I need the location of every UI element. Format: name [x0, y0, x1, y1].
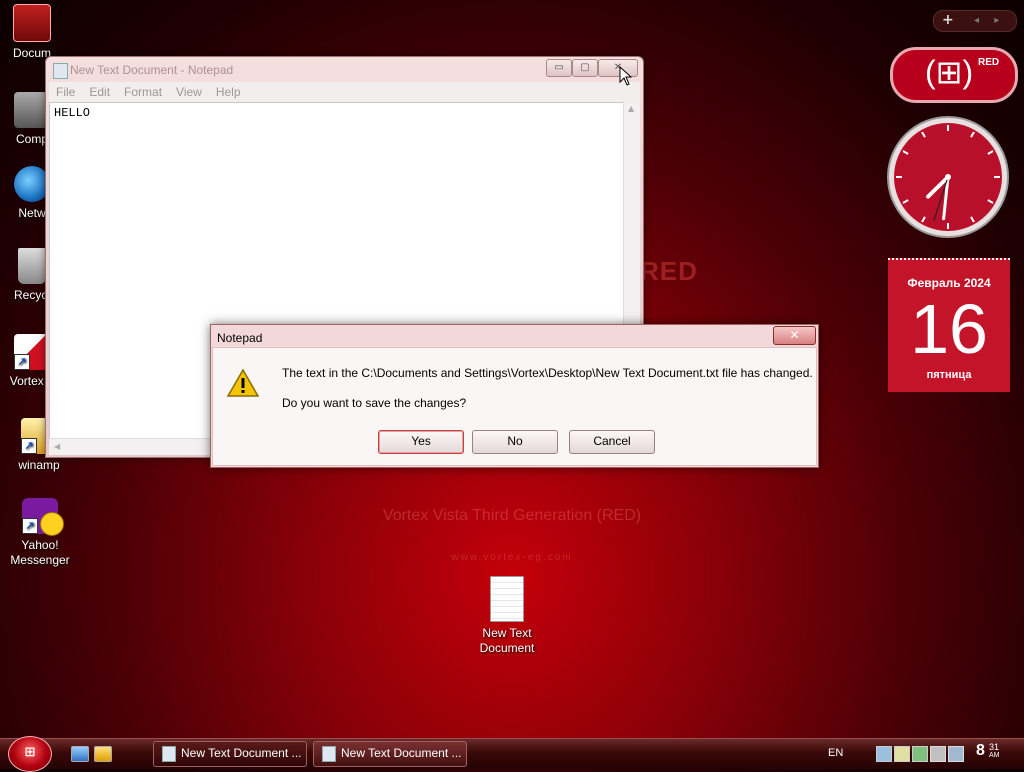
security-tray-icon[interactable]	[912, 746, 928, 762]
taskbar-button-label: New Text Document ...	[341, 746, 462, 760]
dialog-message: The text in the C:\Documents and Setting…	[282, 366, 813, 380]
dialog-close-button[interactable]: ✕	[773, 326, 816, 345]
gadget-toolbar: + ◂ ▸	[933, 10, 1017, 32]
calendar-weekday: пятница	[926, 369, 972, 381]
language-indicator[interactable]: EN	[828, 747, 843, 759]
calendar-month: Февраль 2024	[907, 276, 991, 290]
maximize-button[interactable]: ▢	[572, 59, 598, 77]
taskbar-clock[interactable]: 8 31 AM	[976, 742, 1000, 760]
taskbar: ⊞ New Text Document ... New Text Documen…	[0, 736, 1024, 772]
show-desktop-icon[interactable]	[71, 746, 89, 762]
no-button[interactable]: No	[472, 430, 558, 454]
scroll-left-icon[interactable]: ◀	[54, 442, 60, 451]
notepad-menubar: File Edit Format View Help	[49, 82, 640, 102]
menu-file[interactable]: File	[49, 82, 82, 102]
calendar-day: 16	[910, 290, 988, 368]
calendar-gadget: Февраль 2024 16 пятница	[888, 258, 1010, 392]
windows-logo-icon: (⊞)	[925, 54, 974, 90]
red-logo-label: RED	[978, 57, 1000, 68]
add-gadget-button[interactable]: +	[942, 11, 954, 30]
desktop-icon-label: Yahoo! Messenger	[10, 538, 70, 567]
desktop-icon-new-text-document[interactable]: New Text Document	[467, 576, 547, 656]
red-logo-gadget: (⊞) RED	[890, 47, 1018, 103]
desktop-icon-yahoo-messenger[interactable]: ↗ Yahoo! Messenger	[0, 498, 80, 568]
dialog-body: The text in the C:\Documents and Setting…	[212, 347, 817, 466]
wallpaper-brand-url: www.vortex-eg.com	[451, 552, 573, 563]
shortcut-arrow-icon: ↗	[14, 354, 30, 370]
network-tray-icon[interactable]	[876, 746, 892, 762]
scroll-up-icon[interactable]: ▲	[628, 104, 634, 113]
minimize-button[interactable]: ▭	[546, 59, 572, 77]
mouse-cursor-icon	[619, 66, 633, 86]
notepad-content: HELLO	[54, 106, 91, 120]
media-player-icon[interactable]	[94, 746, 112, 762]
menu-format[interactable]: Format	[117, 82, 169, 102]
recycle-bin-icon	[18, 248, 46, 284]
desktop-icon-label: winamp	[18, 458, 60, 472]
cancel-button[interactable]: Cancel	[569, 430, 655, 454]
text-file-icon	[490, 576, 524, 622]
notepad-title: New Text Document - Notepad	[70, 63, 234, 77]
taskbar-button-notepad-2[interactable]: New Text Document ...	[313, 741, 467, 767]
dialog-question: Do you want to save the changes?	[282, 396, 467, 410]
taskbar-button-label: New Text Document ...	[181, 746, 302, 760]
shortcut-arrow-icon: ↗	[22, 518, 38, 534]
clock-gadget	[887, 116, 1009, 238]
tray-app-icon[interactable]	[894, 746, 910, 762]
warning-icon	[226, 368, 260, 397]
desktop-icon-documents[interactable]: Docum	[0, 4, 72, 61]
clock-hour: 8	[976, 742, 985, 759]
menu-help[interactable]: Help	[209, 82, 248, 102]
notepad-app-icon	[162, 746, 176, 762]
taskbar-button-notepad-1[interactable]: New Text Document ...	[153, 741, 307, 767]
notepad-app-icon	[53, 63, 68, 79]
clock-ampm: AM	[989, 752, 1000, 759]
shortcut-arrow-icon: ↗	[21, 438, 37, 454]
volume-tray-icon[interactable]	[948, 746, 964, 762]
windows-logo-icon: ⊞	[24, 745, 36, 760]
clock-minute: 31	[989, 742, 1000, 752]
wallpaper-brand-title: Vortex Vista Third Generation (RED)	[382, 507, 642, 524]
wallpaper-partial-text: RED	[640, 256, 698, 286]
menu-edit[interactable]: Edit	[82, 82, 117, 102]
gadget-nav-arrows[interactable]: ◂ ▸	[974, 11, 1005, 30]
documents-folder-icon	[13, 4, 51, 42]
desktop-icon-label: New Text Document	[479, 626, 535, 655]
menu-view[interactable]: View	[169, 82, 209, 102]
save-changes-dialog[interactable]: Notepad ✕ The text in the C:\Documents a…	[210, 324, 819, 468]
monitor-tray-icon[interactable]	[930, 746, 946, 762]
yahoo-messenger-icon: ↗	[22, 498, 64, 536]
start-button[interactable]: ⊞	[8, 736, 52, 772]
yes-button[interactable]: Yes	[378, 430, 464, 454]
notepad-app-icon	[322, 746, 336, 762]
dialog-title: Notepad	[217, 331, 263, 345]
